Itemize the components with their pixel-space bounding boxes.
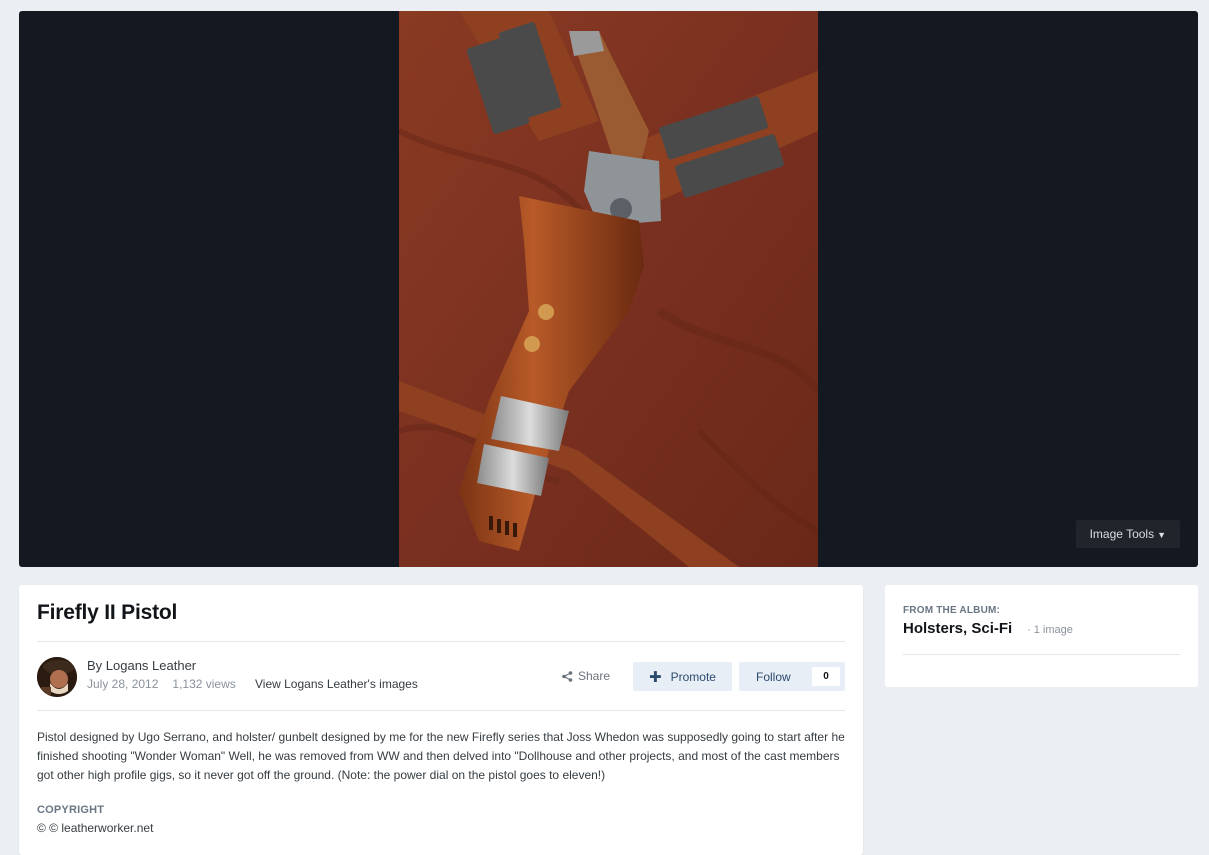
album-heading: FROM THE ALBUM: — [903, 605, 1001, 616]
copyright-heading: COPYRIGHT — [37, 804, 105, 816]
share-label: Share — [578, 669, 611, 683]
plus-icon: ✚ — [649, 668, 662, 686]
image-meta: July 28, 2012 1,132 views — [87, 677, 236, 691]
share-button[interactable]: Share — [562, 669, 610, 683]
holster-photo[interactable] — [399, 11, 818, 567]
view-author-images-link[interactable]: View Logans Leather's images — [255, 677, 418, 691]
upload-date: July 28, 2012 — [87, 677, 159, 691]
view-count: 1,132 views — [172, 677, 236, 691]
image-tools-button[interactable]: Image Tools ▼ — [1075, 520, 1180, 548]
album-image-count: · 1 image — [1027, 624, 1073, 636]
divider — [37, 641, 845, 642]
divider — [37, 710, 845, 711]
avatar[interactable] — [37, 657, 77, 697]
copyright-text: © © leatherworker.net — [37, 821, 154, 835]
user-photo-icon — [37, 657, 77, 697]
author-byline[interactable]: By Logans Leather — [87, 658, 196, 673]
follower-count-badge: 0 — [812, 667, 840, 686]
follow-label: Follow — [756, 670, 791, 684]
share-icon — [562, 670, 573, 682]
album-link[interactable]: Holsters, Sci-Fi — [903, 620, 1012, 637]
promote-label: Promote — [670, 669, 716, 684]
image-tools-label: Image Tools — [1089, 527, 1155, 541]
image-description: Pistol designed by Ugo Serrano, and hols… — [37, 730, 845, 782]
follow-button[interactable]: Follow 0 — [739, 662, 845, 691]
promote-button[interactable]: ✚ Promote — [633, 662, 732, 691]
holster-photo-image — [399, 11, 818, 567]
album-card: FROM THE ALBUM: Holsters, Sci-Fi · 1 ima… — [885, 585, 1198, 687]
image-lightbox: Image Tools ▼ — [19, 11, 1198, 567]
image-details-card: Firefly II Pistol By Logans Leather July… — [19, 585, 863, 855]
divider — [903, 654, 1180, 655]
page-title: Firefly II Pistol — [37, 601, 178, 624]
caret-down-icon: ▼ — [1157, 530, 1166, 540]
